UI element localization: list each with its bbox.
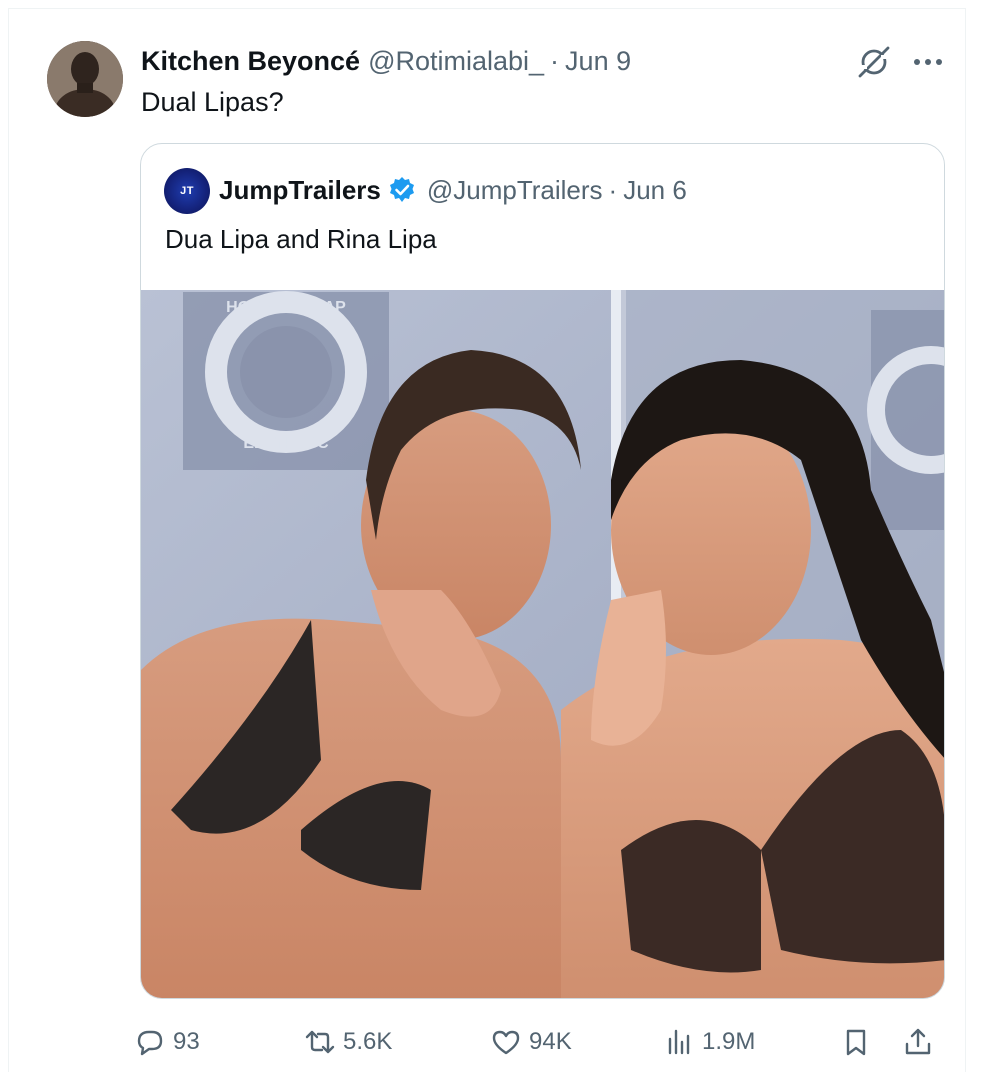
like-button[interactable]: 94K (491, 1017, 572, 1067)
separator-dot: · (550, 45, 560, 76)
tweet-header: Kitchen Beyoncé @Rotimialabi_ · Jun 9 (141, 41, 631, 81)
views-count: 1.9M (702, 1028, 756, 1055)
towel-text-bottom: EDEN-ROC (243, 435, 329, 452)
bookmark-icon (846, 1029, 866, 1056)
verified-badge-icon (387, 175, 417, 205)
bookmark-button[interactable] (841, 1017, 871, 1067)
tweet-date[interactable]: Jun 9 (565, 46, 631, 77)
tweet-text: Dual Lipas? (141, 87, 284, 117)
grok-icon[interactable] (855, 43, 893, 81)
repost-count: 5.6K (343, 1028, 393, 1055)
reply-icon (137, 1030, 163, 1056)
tweet-actions: 93 5.6K 94K 1.9M (9, 1017, 967, 1067)
views-button[interactable]: 1.9M (664, 1017, 755, 1067)
more-icon[interactable] (909, 43, 947, 81)
quoted-tweet-date[interactable]: Jun 6 (623, 175, 687, 206)
like-count: 94K (529, 1028, 572, 1055)
author-handle[interactable]: @Rotimialabi_ (368, 46, 544, 77)
like-icon (492, 1030, 520, 1055)
quoted-author-handle[interactable]: @JumpTrailers (427, 175, 603, 206)
quoted-author-name[interactable]: JumpTrailers (219, 175, 381, 206)
quoted-tweet-text: Dua Lipa and Rina Lipa (165, 224, 437, 254)
reply-count: 93 (173, 1028, 200, 1055)
towel-text-top: HOTEL DU CAP (226, 299, 346, 316)
quoted-tweet-photo[interactable]: HOTEL DU CAP EDEN-ROC (141, 290, 944, 998)
author-avatar[interactable] (47, 41, 123, 117)
tweet-card[interactable]: Kitchen Beyoncé @Rotimialabi_ · Jun 9 Du… (8, 8, 966, 1072)
repost-icon (305, 1030, 335, 1054)
share-button[interactable] (903, 1017, 933, 1067)
quoted-separator-dot: · (608, 174, 618, 205)
reply-button[interactable]: 93 (135, 1017, 200, 1067)
repost-button[interactable]: 5.6K (305, 1017, 392, 1067)
quoted-tweet-header: JumpTrailers @JumpTrailers · Jun 6 (219, 170, 687, 210)
share-icon (905, 1028, 931, 1055)
quoted-tweet[interactable]: JT JumpTrailers @JumpTrailers · Jun 6 Du… (140, 143, 945, 999)
quoted-author-avatar[interactable]: JT (164, 168, 210, 214)
views-icon (668, 1029, 690, 1055)
author-name[interactable]: Kitchen Beyoncé (141, 46, 360, 77)
